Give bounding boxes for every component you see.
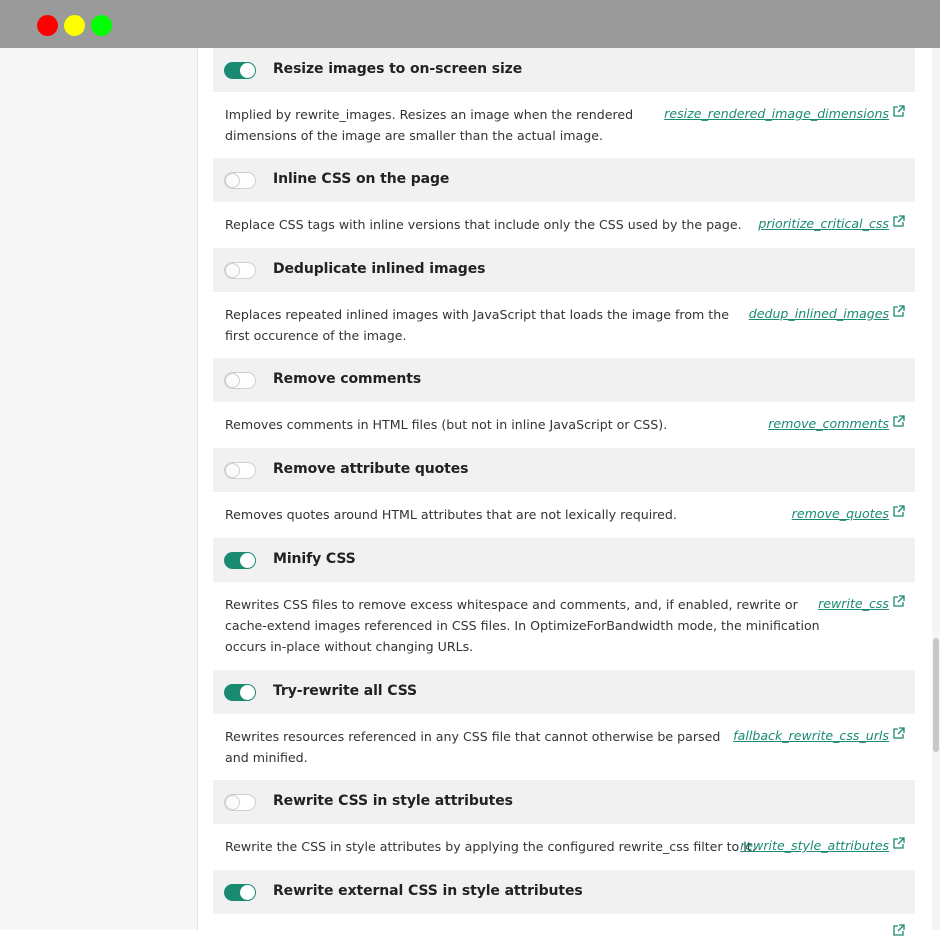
close-window-button[interactable] (37, 15, 58, 36)
filter-body: Rewrite the CSS in style attributes by a… (213, 824, 915, 870)
toggle-knob (240, 553, 255, 568)
filter-toggle[interactable] (224, 262, 256, 279)
filter-title: Inline CSS on the page (273, 171, 450, 187)
filter-header: Try-rewrite all CSS (213, 670, 915, 714)
filter-title: Try-rewrite all CSS (273, 683, 418, 699)
filter-description: Rewrites resources referenced in any CSS… (225, 729, 721, 765)
external-link-icon (893, 505, 905, 517)
external-link-icon (893, 924, 905, 936)
filter-title: Minify CSS (273, 551, 356, 567)
external-link-icon (893, 837, 905, 849)
filter-description: Replaces repeated inlined images with Ja… (225, 307, 729, 343)
filter-header: Resize images to on-screen size (213, 48, 915, 92)
toggle-knob (225, 463, 240, 478)
filter-doc-link[interactable]: dedup_inlined_images (749, 302, 905, 326)
filter-header: Inline CSS on the page (213, 158, 915, 202)
filter-toggle[interactable] (224, 462, 256, 479)
filter-body: Removes quotes around HTML attributes th… (213, 492, 915, 538)
filter-title: Rewrite CSS in style attributes (273, 793, 513, 809)
filter-header: Minify CSS (213, 538, 915, 582)
external-link-icon (893, 215, 905, 227)
toggle-knob (240, 63, 255, 78)
filter-list: Resize images to on-screen size Implied … (213, 48, 915, 936)
toggle-knob (225, 173, 240, 188)
filter-toggle[interactable] (224, 884, 256, 901)
filter-toggle[interactable] (224, 172, 256, 189)
filter-title: Deduplicate inlined images (273, 261, 486, 277)
filter-header: Rewrite external CSS in style attributes (213, 870, 915, 914)
filter-description: Replace CSS tags with inline versions th… (225, 217, 742, 232)
filter-body: Replace CSS tags with inline versions th… (213, 202, 915, 248)
filter-body: Rewrites CSS files to remove excess whit… (213, 582, 915, 670)
toggle-knob (225, 263, 240, 278)
filter-link-text[interactable]: fallback_rewrite_css_urls (733, 724, 889, 748)
external-link-icon (893, 727, 905, 739)
sidebar (0, 48, 198, 930)
filter-doc-link[interactable]: prioritize_critical_css (758, 212, 905, 236)
external-link-icon (893, 595, 905, 607)
filter-toggle[interactable] (224, 552, 256, 569)
filter-title: Resize images to on-screen size (273, 61, 523, 77)
filter-title: Remove attribute quotes (273, 461, 469, 477)
filter-toggle[interactable] (224, 62, 256, 79)
filter-link-text[interactable]: prioritize_critical_css (758, 212, 889, 236)
filter-toggle[interactable] (224, 372, 256, 389)
filter-doc-link[interactable]: rewrite_css (818, 592, 905, 616)
filter-link-text[interactable]: rewrite_css (818, 592, 889, 616)
external-link-icon (893, 415, 905, 427)
filter-doc-link[interactable]: remove_quotes (792, 502, 905, 526)
filter-body: Replaces repeated inlined images with Ja… (213, 292, 915, 358)
filter-header: Deduplicate inlined images (213, 248, 915, 292)
filter-header: Rewrite CSS in style attributes (213, 780, 915, 824)
filter-doc-link[interactable]: rewrite_style_attributes (740, 834, 905, 858)
filter-toggle[interactable] (224, 684, 256, 701)
filter-body (213, 914, 915, 936)
scrollbar[interactable] (932, 48, 940, 930)
external-link-icon (893, 305, 905, 317)
filter-description: Rewrites CSS files to remove excess whit… (225, 597, 820, 654)
filter-title: Rewrite external CSS in style attributes (273, 883, 583, 899)
filter-body: Rewrites resources referenced in any CSS… (213, 714, 915, 780)
filter-header: Remove comments (213, 358, 915, 402)
filter-description: Rewrite the CSS in style attributes by a… (225, 839, 756, 854)
filter-link-text[interactable]: rewrite_style_attributes (740, 834, 889, 858)
filter-body: Removes comments in HTML files (but not … (213, 402, 915, 448)
filter-description: Removes comments in HTML files (but not … (225, 417, 668, 432)
filter-toggle[interactable] (224, 794, 256, 811)
filter-link-text[interactable]: dedup_inlined_images (749, 302, 889, 326)
filter-description: Removes quotes around HTML attributes th… (225, 507, 677, 522)
filter-doc-link[interactable]: fallback_rewrite_css_urls (733, 724, 905, 748)
toggle-knob (225, 795, 240, 810)
filter-description: Implied by rewrite_images. Resizes an im… (225, 107, 634, 143)
minimize-window-button[interactable] (64, 15, 85, 36)
filter-link-text[interactable]: remove_comments (768, 412, 889, 436)
scrollbar-thumb[interactable] (933, 638, 939, 752)
toggle-knob (240, 885, 255, 900)
filter-title: Remove comments (273, 371, 422, 387)
filter-doc-link[interactable]: remove_comments (768, 412, 905, 436)
filter-doc-link[interactable]: resize_rendered_image_dimensions (664, 102, 905, 126)
filter-header: Remove attribute quotes (213, 448, 915, 492)
toggle-knob (225, 373, 240, 388)
toggle-knob (240, 685, 255, 700)
filter-body: Implied by rewrite_images. Resizes an im… (213, 92, 915, 158)
filter-link-text[interactable]: resize_rendered_image_dimensions (664, 102, 889, 126)
window-titlebar (0, 0, 940, 48)
maximize-window-button[interactable] (91, 15, 112, 36)
external-link-icon (893, 105, 905, 117)
filter-link-text[interactable]: remove_quotes (792, 502, 889, 526)
